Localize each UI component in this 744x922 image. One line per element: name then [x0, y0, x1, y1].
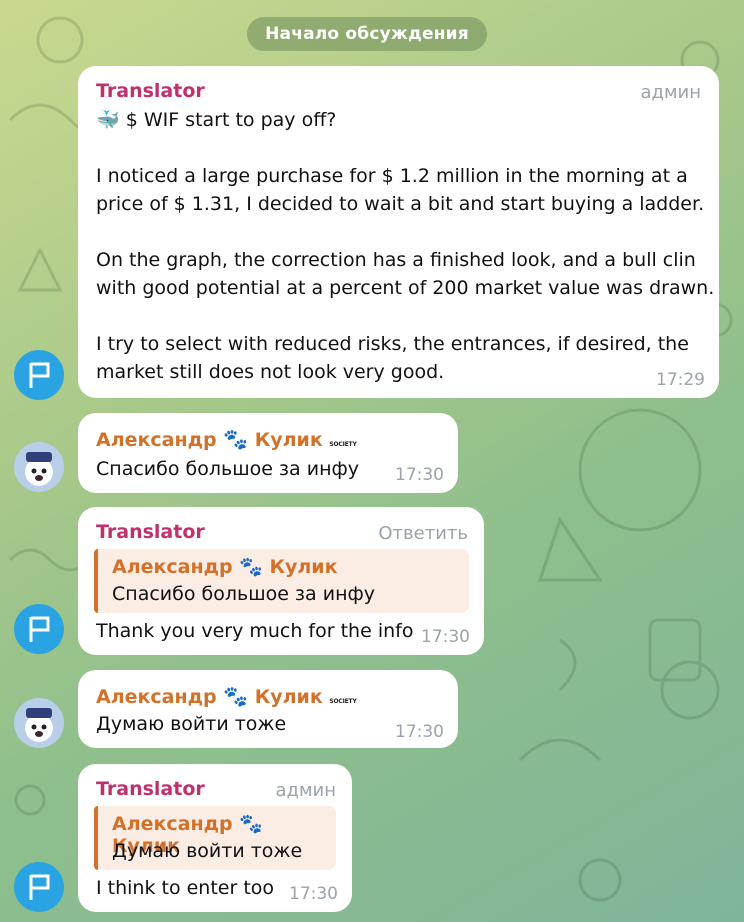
dog-avatar-icon	[25, 452, 53, 486]
sender-name[interactable]: Александр 🐾 Кулик SOCIETY	[96, 684, 357, 708]
paw-icon: 🐾	[223, 427, 249, 451]
discussion-start-pill: Начало обсуждения	[247, 17, 487, 51]
flag-icon	[29, 616, 50, 642]
text-line: I try to select with reduced risks, the …	[96, 333, 689, 355]
message-text: Спасибо большое за инфу	[96, 458, 359, 480]
society-badge: SOCIETY	[329, 441, 357, 448]
sender-first-name: Александр	[96, 686, 217, 708]
message-text: I think to enter too	[96, 877, 275, 899]
message-time: 17:30	[395, 722, 444, 742]
sender-name[interactable]: Translator	[96, 778, 205, 800]
text-line: with good potential at a percent of 200 …	[96, 277, 715, 299]
translator-avatar[interactable]	[14, 350, 64, 400]
message-bubble-alexander-2[interactable]: Александр 🐾 Кулик SOCIETY Думаю войти то…	[78, 670, 458, 748]
message-text: Думаю войти тоже	[96, 713, 287, 735]
sender-last-name: Кулик	[254, 686, 323, 708]
sender-name[interactable]: Translator	[96, 521, 205, 543]
sender-first-name: Александр	[96, 429, 217, 451]
admin-badge: админ	[640, 82, 701, 103]
text-line: price of $ 1.31, I decided to wait a bit…	[96, 193, 705, 215]
translator-avatar[interactable]	[14, 604, 64, 654]
message-bubble-alexander-1[interactable]: Александр 🐾 Кулик SOCIETY Спасибо большо…	[78, 413, 458, 493]
text-line: market still does not look very good.	[96, 361, 445, 383]
reply-text: Спасибо большое за инфу	[112, 583, 375, 605]
message-text: 🐳 $ WIF start to pay off? I noticed a la…	[96, 106, 714, 386]
message-time: 17:30	[421, 627, 470, 647]
society-badge: SOCIETY	[329, 698, 357, 705]
text-line	[96, 302, 714, 330]
message-bubble-translator-3[interactable]: Translator админ Александр 🐾 Кулик Думаю…	[78, 764, 352, 912]
reply-quote[interactable]: Александр 🐾 Кулик Спасибо большое за инф…	[94, 549, 469, 613]
alexander-avatar[interactable]	[14, 698, 64, 748]
message-time: 17:30	[395, 465, 444, 485]
text-line	[96, 218, 714, 246]
sender-name[interactable]: Translator	[96, 80, 205, 102]
translator-avatar[interactable]	[14, 862, 64, 912]
reply-text: Думаю войти тоже	[112, 840, 303, 862]
reply-sender: Александр 🐾 Кулик	[112, 556, 338, 578]
text-line	[96, 134, 714, 162]
text-line: I noticed a large purchase for $ 1.2 mil…	[96, 165, 688, 187]
message-bubble-translator-1[interactable]: Translator админ 🐳 $ WIF start to pay of…	[78, 66, 719, 398]
admin-badge: админ	[275, 780, 336, 801]
sender-last-name: Кулик	[254, 429, 323, 451]
flag-icon	[29, 362, 50, 388]
reply-link[interactable]: Ответить	[378, 523, 468, 544]
text-line: 🐳 $ WIF start to pay off?	[96, 109, 337, 131]
reply-quote[interactable]: Александр 🐾 Кулик Думаю войти тоже	[94, 806, 336, 870]
text-line: On the graph, the correction has a finis…	[96, 249, 696, 271]
message-time: 17:29	[656, 370, 705, 390]
dog-avatar-icon	[25, 708, 53, 742]
message-bubble-translator-2[interactable]: Translator Ответить Александр 🐾 Кулик Сп…	[78, 507, 484, 655]
message-text: Thank you very much for the info	[96, 620, 414, 642]
message-time: 17:30	[289, 884, 338, 904]
alexander-avatar[interactable]	[14, 442, 64, 492]
flag-icon	[29, 874, 50, 900]
sender-name[interactable]: Александр 🐾 Кулик SOCIETY	[96, 427, 357, 451]
paw-icon: 🐾	[223, 684, 249, 708]
